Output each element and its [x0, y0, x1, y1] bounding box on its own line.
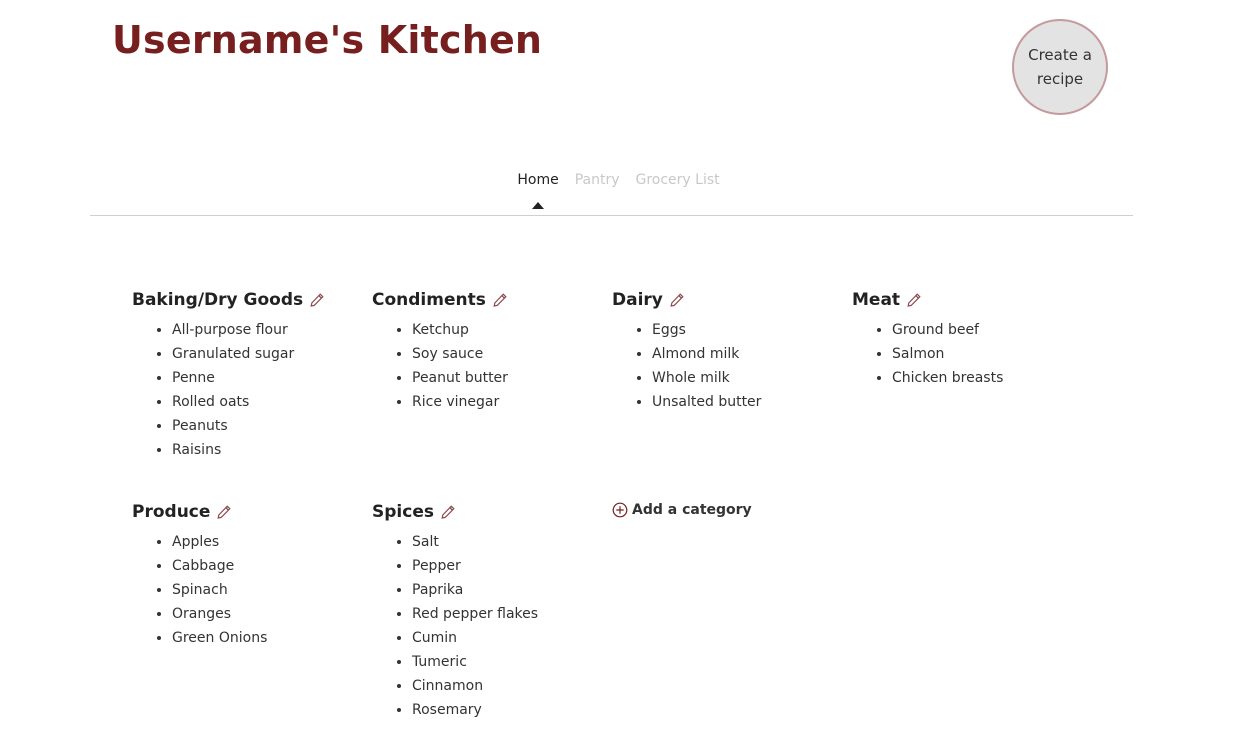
category-card: Produce ApplesCabbageSpinachOrangesGreen …: [132, 502, 372, 722]
edit-category-pencil-icon[interactable]: [669, 292, 685, 308]
tab-home[interactable]: Home: [517, 172, 559, 209]
ingredient-item: Chicken breasts: [892, 366, 1092, 390]
tab-home-label: Home: [517, 172, 559, 188]
ingredient-item: Pepper: [412, 554, 612, 578]
main-nav: Home Pantry Grocery List: [0, 172, 1237, 209]
add-category-cell: Add a category: [612, 502, 852, 722]
edit-category-pencil-icon[interactable]: [906, 292, 922, 308]
add-category-button[interactable]: Add a category: [612, 502, 852, 518]
ingredient-item: Green Onions: [172, 626, 372, 650]
add-category-label: Add a category: [632, 502, 752, 518]
nav-divider: [90, 215, 1133, 216]
ingredient-item: Cabbage: [172, 554, 372, 578]
ingredient-list: SaltPepperPaprikaRed pepper flakesCuminT…: [372, 530, 612, 722]
category-heading: Produce: [132, 502, 372, 522]
category-card: Condiments KetchupSoy saucePeanut butterR…: [372, 290, 612, 462]
ingredient-list: ApplesCabbageSpinachOrangesGreen Onions: [132, 530, 372, 650]
ingredient-list: EggsAlmond milkWhole milkUnsalted butter: [612, 318, 852, 414]
ingredient-item: Oranges: [172, 602, 372, 626]
plus-circle-icon: [612, 502, 628, 518]
ingredient-item: Rice vinegar: [412, 390, 612, 414]
ingredient-item: Almond milk: [652, 342, 852, 366]
category-heading: Condiments: [372, 290, 612, 310]
active-tab-caret-icon: [532, 202, 545, 209]
ingredient-item: Eggs: [652, 318, 852, 342]
category-title: Baking/Dry Goods: [132, 290, 304, 310]
ingredient-item: Whole milk: [652, 366, 852, 390]
category-title: Produce: [132, 502, 211, 522]
ingredient-item: Cumin: [412, 626, 612, 650]
ingredient-item: Peanut butter: [412, 366, 612, 390]
ingredient-list: Ground beefSalmonChicken breasts: [852, 318, 1092, 390]
ingredient-item: Rosemary: [412, 698, 612, 722]
category-card: Meat Ground beefSalmonChicken breasts: [852, 290, 1092, 462]
ingredient-item: Tumeric: [412, 650, 612, 674]
tab-pantry[interactable]: Pantry: [575, 172, 620, 188]
ingredient-item: Rolled oats: [172, 390, 372, 414]
ingredient-item: Peanuts: [172, 414, 372, 438]
ingredient-item: Cinnamon: [412, 674, 612, 698]
category-grid: Baking/Dry Goods All-purpose flourGranula…: [132, 290, 1092, 722]
category-heading: Meat: [852, 290, 1092, 310]
tab-pantry-label: Pantry: [574, 172, 620, 188]
edit-category-pencil-icon[interactable]: [492, 292, 508, 308]
tab-grocery-list-label: Grocery List: [635, 172, 720, 188]
ingredient-item: Ketchup: [412, 318, 612, 342]
category-heading: Spices: [372, 502, 612, 522]
ingredient-list: KetchupSoy saucePeanut butterRice vinega…: [372, 318, 612, 414]
create-recipe-button[interactable]: Create a recipe: [1012, 19, 1108, 115]
ingredient-item: Ground beef: [892, 318, 1092, 342]
page-title: Username's Kitchen: [112, 18, 543, 62]
category-title: Spices: [372, 502, 434, 522]
ingredient-item: Unsalted butter: [652, 390, 852, 414]
ingredient-item: Apples: [172, 530, 372, 554]
category-card: Dairy EggsAlmond milkWhole milkUnsalted b…: [612, 290, 852, 462]
edit-category-pencil-icon[interactable]: [440, 504, 456, 520]
ingredient-item: Raisins: [172, 438, 372, 462]
edit-category-pencil-icon[interactable]: [216, 504, 232, 520]
category-heading: Baking/Dry Goods: [132, 290, 372, 310]
tab-grocery-list[interactable]: Grocery List: [636, 172, 720, 188]
edit-category-pencil-icon[interactable]: [309, 292, 325, 308]
category-heading: Dairy: [612, 290, 852, 310]
ingredient-item: Soy sauce: [412, 342, 612, 366]
ingredient-item: Paprika: [412, 578, 612, 602]
ingredient-item: Salmon: [892, 342, 1092, 366]
category-card: Spices SaltPepperPaprikaRed pepper flakes…: [372, 502, 612, 722]
category-card: Baking/Dry Goods All-purpose flourGranula…: [132, 290, 372, 462]
category-title: Dairy: [612, 290, 663, 310]
ingredient-item: All-purpose flour: [172, 318, 372, 342]
ingredient-item: Penne: [172, 366, 372, 390]
category-title: Meat: [852, 290, 901, 310]
ingredient-item: Spinach: [172, 578, 372, 602]
page: Username's Kitchen Create a recipe Home …: [0, 0, 1237, 756]
ingredient-list: All-purpose flourGranulated sugarPenneRo…: [132, 318, 372, 462]
category-title: Condiments: [372, 290, 486, 310]
ingredient-item: Red pepper flakes: [412, 602, 612, 626]
ingredient-item: Salt: [412, 530, 612, 554]
ingredient-item: Granulated sugar: [172, 342, 372, 366]
